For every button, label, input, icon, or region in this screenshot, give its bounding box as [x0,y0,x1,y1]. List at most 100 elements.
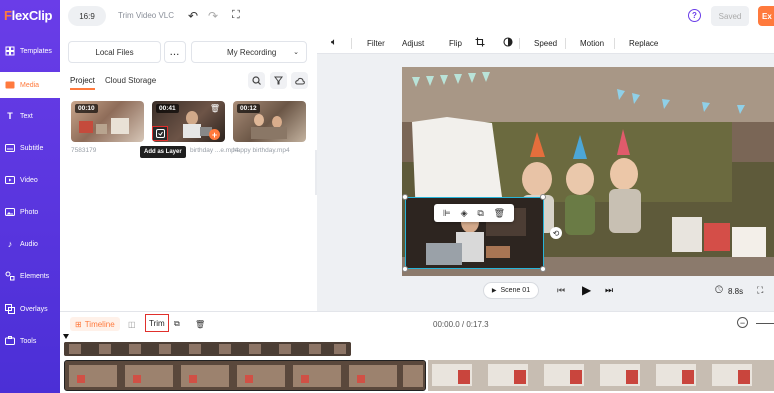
color-icon[interactable] [503,37,513,49]
flip-button[interactable]: Flip [449,39,462,48]
playhead[interactable] [63,334,69,339]
duration-badge: 00:12 [237,104,260,113]
speed-button[interactable]: Speed [534,39,557,48]
audio-icon: ♪ [7,239,13,249]
tools-icon [5,336,15,346]
media-icon [5,80,15,90]
sidebar-item-label: Subtitle [20,144,44,152]
replace-button[interactable]: Replace [629,39,658,48]
sidebar-item-label: Video [20,176,38,184]
sidebar-item-label: Overlays [20,305,48,313]
skip-back-icon[interactable]: ⏮ [557,285,565,296]
filter-button[interactable]: Filter [367,39,385,48]
sidebar-item-video[interactable]: Video [0,167,60,193]
split-icon[interactable]: ◫ [128,317,136,331]
elements-icon [5,271,15,281]
my-recording-label: My Recording [227,47,277,57]
video-canvas[interactable]: ⊫ ◈ ⧉ 🗑 ⟲ [402,67,774,276]
sidebar-item-overlays[interactable]: Overlays [0,296,60,322]
sidebar: FlexClip Templates Media T Text Subtitle… [0,0,60,393]
fullscreen-icon[interactable]: ⛶ [232,9,240,22]
resize-handle[interactable] [402,194,408,200]
video-icon [5,175,15,185]
undo-icon[interactable]: ↶ [188,9,198,23]
sidebar-item-text[interactable]: T Text [0,103,60,129]
rotate-icon[interactable]: ⟲ [550,227,562,239]
resize-handle[interactable] [540,266,546,272]
sidebar-item-label: Text [20,112,33,120]
layers-icon[interactable]: ◈ [461,208,468,219]
duplicate-icon[interactable]: ⧉ [477,208,483,219]
aspect-ratio-button[interactable]: 16:9 [68,6,106,26]
play-icon[interactable]: ▶ [582,283,591,297]
media-thumbnail[interactable]: 00:10 [71,101,144,142]
my-recording-dropdown[interactable]: My Recording ⌄ [191,41,307,63]
media-thumbnail[interactable]: 00:12 [233,101,306,142]
sidebar-item-label: Photo [20,208,39,216]
sidebar-item-label: Audio [20,240,38,248]
saved-button[interactable]: Saved [711,6,749,26]
trash-icon[interactable]: 🗑 [210,104,220,113]
media-thumbnail[interactable]: 00:41 🗑 + [152,101,225,142]
sidebar-item-label: Templates [20,47,52,55]
sidebar-item-media[interactable]: Media [0,72,60,98]
zoom-slider[interactable] [756,323,774,324]
media-caption: birthday ...e.mp4 [190,147,239,154]
sidebar-item-subtitle[interactable]: Subtitle [0,135,60,161]
timeline-panel: ⊞ Timeline ◫ Trim ⧉ 🗑 00:00.0 / 0:17.3 − [60,311,774,393]
resize-handle[interactable] [540,194,546,200]
sidebar-item-templates[interactable]: Templates [0,38,60,64]
sidebar-item-label: Media [20,81,40,89]
delete-icon[interactable]: 🗑 [494,208,505,219]
zoom-out-icon[interactable]: − [737,317,748,328]
volume-icon[interactable]: 🔈︎ [331,37,337,48]
local-files-button[interactable]: Local Files [68,41,161,63]
flexclip-logo[interactable]: FlexClip [4,8,52,23]
top-bar: 16:9 Trim Video VLC ↶ ↷ ⛶ ? Saved Ex [60,0,774,33]
layer-track-clip[interactable] [64,342,351,356]
delete-icon[interactable]: 🗑 [195,317,205,331]
fullscreen-preview-icon[interactable]: ⛶ [757,285,763,296]
align-icon[interactable]: ⊫ [443,208,451,219]
timeline-icon: ⊞ [75,319,82,329]
time-readout: 00:00.0 / 0:17.3 [433,319,489,329]
main-track-frames [65,361,425,390]
crop-icon[interactable] [475,37,485,49]
photo-icon [5,207,15,217]
export-button[interactable]: Ex [758,6,774,26]
tab-project[interactable]: Project [70,76,95,90]
trim-button[interactable]: Trim [145,314,169,332]
more-options-button[interactable]: ... [164,41,186,63]
edit-toolbar: 🔈︎ Filter Adjust Flip Speed Motion Repla… [317,33,774,54]
help-button[interactable]: ? [688,9,701,22]
overlays-icon [5,304,15,314]
search-icon[interactable] [248,72,265,89]
add-icon[interactable]: + [209,129,220,140]
sidebar-item-audio[interactable]: ♪ Audio [0,231,60,257]
sidebar-item-label: Elements [20,272,50,280]
sidebar-item-elements[interactable]: Elements [0,263,60,289]
filter-icon[interactable] [270,72,287,89]
sidebar-item-photo[interactable]: Photo [0,199,60,225]
add-as-layer-tooltip: Add as Layer [140,146,186,158]
scene-selector[interactable]: ▶ Scene 01 [483,282,539,299]
sidebar-item-tools[interactable]: Tools [0,328,60,354]
project-title[interactable]: Trim Video VLC [118,11,174,20]
timeline-label: Timeline [84,319,115,329]
resize-handle[interactable] [402,266,408,272]
motion-button[interactable]: Motion [580,39,604,48]
redo-icon[interactable]: ↷ [208,9,218,23]
timeline-toggle[interactable]: ⊞ Timeline [70,317,120,331]
cloud-icon[interactable] [291,72,308,89]
duration-badge: 00:41 [156,104,179,113]
tab-cloud-storage[interactable]: Cloud Storage [105,76,156,85]
media-panel: Local Files ... My Recording ⌄ Project C… [60,33,315,311]
duration-badge: 00:10 [75,104,98,113]
adjust-button[interactable]: Adjust [402,39,424,48]
add-as-layer-button[interactable] [152,126,168,141]
main-track-clip[interactable] [64,360,426,391]
templates-icon [5,46,15,56]
duplicate-icon[interactable]: ⧉ [174,317,180,331]
skip-forward-icon[interactable]: ⏭ [605,285,613,296]
second-track-clip[interactable] [428,360,774,391]
